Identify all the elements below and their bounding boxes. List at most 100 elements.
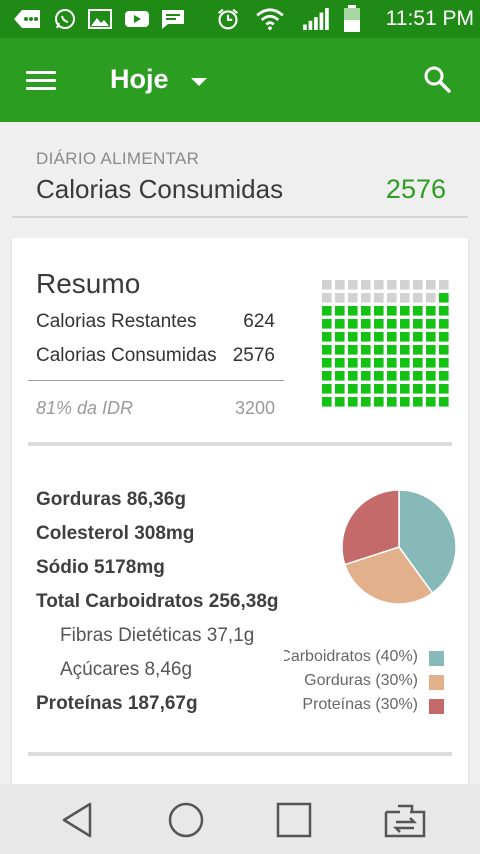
waffle-cell-filled: [413, 306, 423, 316]
waffle-cell-filled: [387, 371, 397, 381]
waffle-cell-filled: [387, 358, 397, 368]
waffle-cell-filled: [348, 332, 358, 342]
diary-label: DIÁRIO ALIMENTAR: [36, 149, 200, 168]
waffle-cell-filled: [439, 306, 449, 316]
macro-pie-chart: [341, 489, 457, 605]
summary-card: Resumo Calorias Restantes 624 Calorias C…: [12, 238, 468, 798]
message-icon: [162, 10, 184, 29]
waffle-cell-filled: [426, 384, 436, 394]
waffle-cell-filled: [374, 345, 384, 355]
waffle-cell-filled: [348, 306, 358, 316]
nutrient-fat: Gorduras 86,36g: [36, 489, 186, 510]
waffle-cell-filled: [400, 371, 410, 381]
home-icon[interactable]: [166, 800, 206, 840]
section-divider: [28, 442, 452, 446]
waffle-cell-filled: [400, 397, 410, 407]
waffle-cell-filled: [439, 345, 449, 355]
app-bar: Hoje: [0, 38, 480, 122]
waffle-cell-filled: [335, 371, 345, 381]
date-selector[interactable]: Hoje: [110, 64, 169, 95]
waffle-cell-filled: [413, 371, 423, 381]
waffle-cell-filled: [400, 319, 410, 329]
waffle-cell-filled: [439, 293, 449, 303]
waffle-cell-filled: [335, 332, 345, 342]
waffle-cell-filled: [400, 332, 410, 342]
waffle-cell-filled: [374, 371, 384, 381]
waffle-cell-filled: [413, 332, 423, 342]
divider: [28, 380, 284, 381]
image-icon: [88, 9, 112, 29]
waffle-cell-filled: [387, 345, 397, 355]
waffle-cell-filled: [439, 358, 449, 368]
waffle-cell-filled: [426, 358, 436, 368]
dropdown-caret-icon[interactable]: [191, 78, 207, 86]
waffle-cell-empty: [426, 293, 436, 303]
legend-swatch-carbs: [429, 651, 444, 666]
consumed-calories-label: Calorias Consumidas: [36, 345, 217, 366]
waffle-cell-filled: [387, 384, 397, 394]
section-divider-bottom: [28, 752, 452, 756]
waffle-cell-filled: [426, 345, 436, 355]
legend-item-fat: Gorduras (30%): [284, 672, 444, 694]
search-icon[interactable]: [422, 64, 454, 96]
waffle-cell-filled: [439, 332, 449, 342]
waffle-cell-filled: [361, 332, 371, 342]
waffle-cell-filled: [387, 332, 397, 342]
waffle-cell-filled: [322, 384, 332, 394]
waffle-cell-filled: [361, 371, 371, 381]
nutrient-protein: Proteínas 187,67g: [36, 693, 198, 714]
waffle-cell-empty: [335, 280, 345, 290]
switch-apps-icon[interactable]: [382, 800, 428, 840]
calorie-waffle-chart: [322, 280, 449, 407]
waffle-cell-filled: [348, 371, 358, 381]
waffle-cell-filled: [374, 306, 384, 316]
waffle-cell-filled: [439, 397, 449, 407]
waffle-cell-filled: [439, 319, 449, 329]
waffle-cell-filled: [322, 319, 332, 329]
waffle-cell-filled: [361, 358, 371, 368]
waffle-cell-empty: [426, 280, 436, 290]
recents-icon[interactable]: [274, 800, 314, 840]
remaining-calories-value: 624: [243, 311, 275, 332]
signal-icon: [303, 8, 329, 30]
waffle-cell-filled: [322, 306, 332, 316]
waffle-cell-empty: [348, 293, 358, 303]
menu-icon[interactable]: [26, 71, 56, 91]
remaining-calories-label: Calorias Restantes: [36, 311, 197, 332]
waffle-cell-filled: [413, 384, 423, 394]
diary-title: Calorias Consumidas: [36, 174, 284, 204]
waffle-cell-filled: [322, 332, 332, 342]
nutrient-sugar: Açúcares 8,46g: [60, 659, 193, 680]
rdi-value: 3200: [234, 398, 275, 418]
waffle-cell-filled: [335, 358, 345, 368]
waffle-cell-filled: [374, 397, 384, 407]
waffle-cell-filled: [361, 319, 371, 329]
waffle-cell-filled: [361, 306, 371, 316]
waffle-cell-filled: [361, 345, 371, 355]
legend-label-carbs: Carboidratos (40%): [284, 648, 418, 665]
waffle-cell-empty: [400, 293, 410, 303]
legend-swatch-protein: [429, 699, 444, 714]
food-diary-header[interactable]: DIÁRIO ALIMENTAR Calorias Consumidas 257…: [0, 122, 480, 218]
waffle-cell-filled: [348, 345, 358, 355]
waffle-cell-filled: [361, 384, 371, 394]
status-time: 11:51 PM: [385, 7, 474, 30]
rdi-percent-label: 81% da IDR: [36, 398, 134, 418]
waffle-cell-filled: [348, 397, 358, 407]
back-message-icon: [14, 10, 40, 28]
whatsapp-icon: [55, 9, 75, 29]
waffle-cell-filled: [335, 345, 345, 355]
waffle-cell-filled: [374, 384, 384, 394]
battery-icon: [344, 5, 360, 32]
waffle-cell-empty: [322, 293, 332, 303]
back-icon[interactable]: [58, 800, 98, 840]
waffle-cell-empty: [387, 293, 397, 303]
waffle-cell-filled: [400, 384, 410, 394]
wifi-icon: [256, 8, 284, 30]
nutrient-cholesterol: Colesterol 308mg: [36, 523, 195, 544]
waffle-cell-empty: [322, 280, 332, 290]
waffle-cell-filled: [387, 319, 397, 329]
consumed-calories-value: 2576: [385, 174, 446, 204]
legend-swatch-fat: [429, 675, 444, 690]
waffle-cell-filled: [387, 306, 397, 316]
